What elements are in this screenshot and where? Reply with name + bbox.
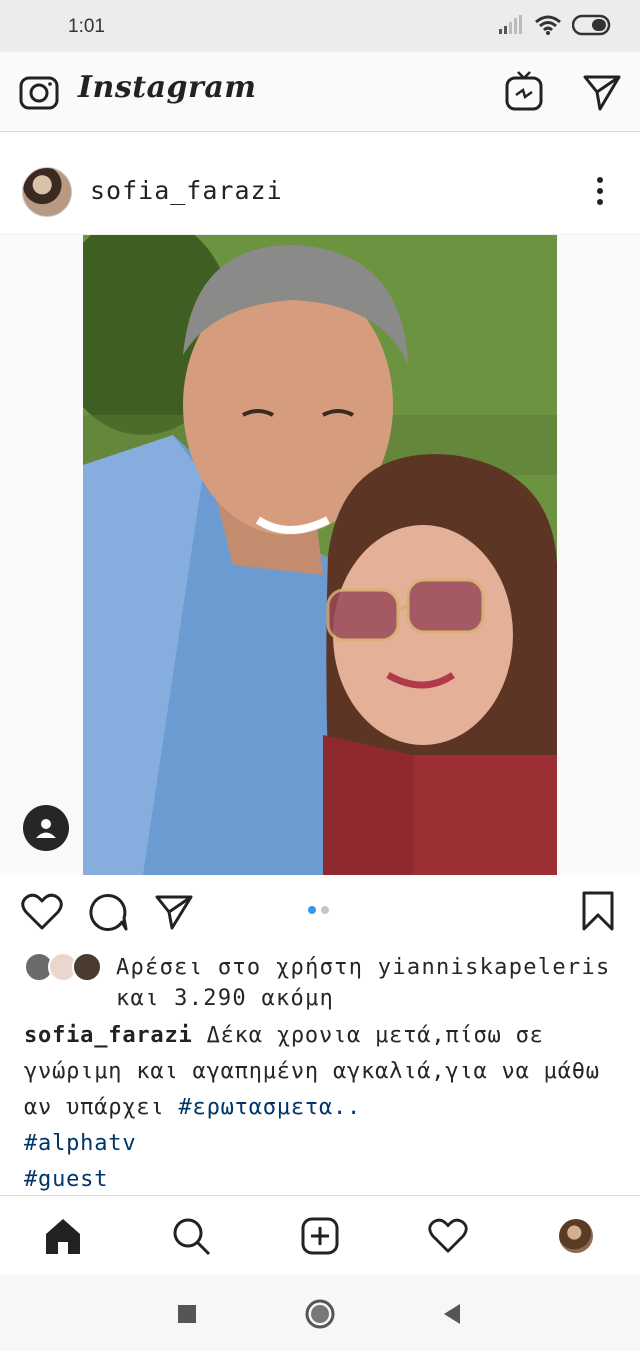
- carousel-dot-active: [308, 906, 316, 914]
- status-time: 1:01: [68, 16, 105, 37]
- battery-icon: [572, 14, 611, 36]
- likes-count[interactable]: Αρέσει στο χρήστη yianniskapeleris και 3…: [116, 952, 626, 1014]
- heart-icon: [428, 1218, 468, 1253]
- system-navigation-bar: [0, 1275, 640, 1351]
- circle-icon: [305, 1299, 335, 1329]
- search-icon: [173, 1218, 211, 1256]
- send-icon: [583, 75, 621, 111]
- recent-apps-button[interactable]: [170, 1297, 204, 1331]
- square-icon: [178, 1305, 196, 1323]
- post-caption: sofia_farazi Δέκα χρονια μετά,πίσω σε γν…: [24, 1018, 624, 1198]
- post-username[interactable]: sofia_farazi: [90, 176, 283, 205]
- hashtag-link[interactable]: #ερωτασμετα..: [179, 1095, 362, 1120]
- save-button[interactable]: [578, 889, 618, 933]
- more-options-button[interactable]: [592, 176, 608, 206]
- back-triangle-icon: [444, 1304, 460, 1324]
- signal-icon: [499, 15, 522, 34]
- app-header: Instagram: [0, 52, 640, 132]
- post-header: sofia_farazi: [0, 132, 640, 235]
- post-actions: [0, 875, 640, 950]
- share-button[interactable]: [152, 891, 196, 933]
- wifi-icon: [535, 15, 561, 35]
- post-media[interactable]: [0, 235, 640, 875]
- more-vertical-icon: [597, 177, 603, 205]
- comment-icon: [89, 894, 128, 931]
- nav-add-post[interactable]: [298, 1214, 342, 1258]
- liker-avatar: [72, 952, 102, 982]
- bottom-navigation: [0, 1195, 640, 1275]
- home-system-button[interactable]: [302, 1296, 338, 1332]
- person-icon: [36, 819, 56, 838]
- back-button[interactable]: [434, 1297, 468, 1331]
- heart-icon: [21, 893, 63, 930]
- add-post-icon: [301, 1217, 339, 1255]
- status-icons: [498, 14, 612, 36]
- camera-icon: [19, 76, 59, 110]
- comment-button[interactable]: [86, 891, 130, 933]
- send-icon: [155, 895, 193, 930]
- carousel-indicator: [308, 906, 329, 914]
- nav-home[interactable]: [41, 1214, 85, 1258]
- profile-avatar: [559, 1219, 593, 1253]
- caption-username[interactable]: sofia_farazi: [24, 1023, 193, 1048]
- instagram-logo: Instagram: [78, 70, 257, 105]
- nav-profile[interactable]: [554, 1214, 598, 1258]
- post-photo[interactable]: [83, 235, 557, 875]
- like-button[interactable]: [20, 891, 64, 933]
- igtv-button[interactable]: [502, 68, 546, 114]
- camera-button[interactable]: [18, 72, 60, 112]
- photo-illustration: [83, 235, 557, 875]
- tagged-people-button[interactable]: [23, 805, 69, 851]
- carousel-dot: [321, 906, 329, 914]
- direct-message-button[interactable]: [580, 70, 624, 114]
- home-icon: [46, 1219, 80, 1254]
- liker-avatars[interactable]: [24, 952, 104, 984]
- nav-search[interactable]: [169, 1214, 213, 1258]
- avatar[interactable]: [22, 167, 72, 217]
- status-bar: 1:01: [0, 0, 640, 52]
- bookmark-icon: [582, 891, 614, 931]
- igtv-icon: [505, 71, 543, 111]
- hashtag-link[interactable]: #guest: [24, 1167, 108, 1192]
- hashtag-link[interactable]: #alphatv: [24, 1131, 136, 1156]
- nav-activity[interactable]: [426, 1214, 470, 1258]
